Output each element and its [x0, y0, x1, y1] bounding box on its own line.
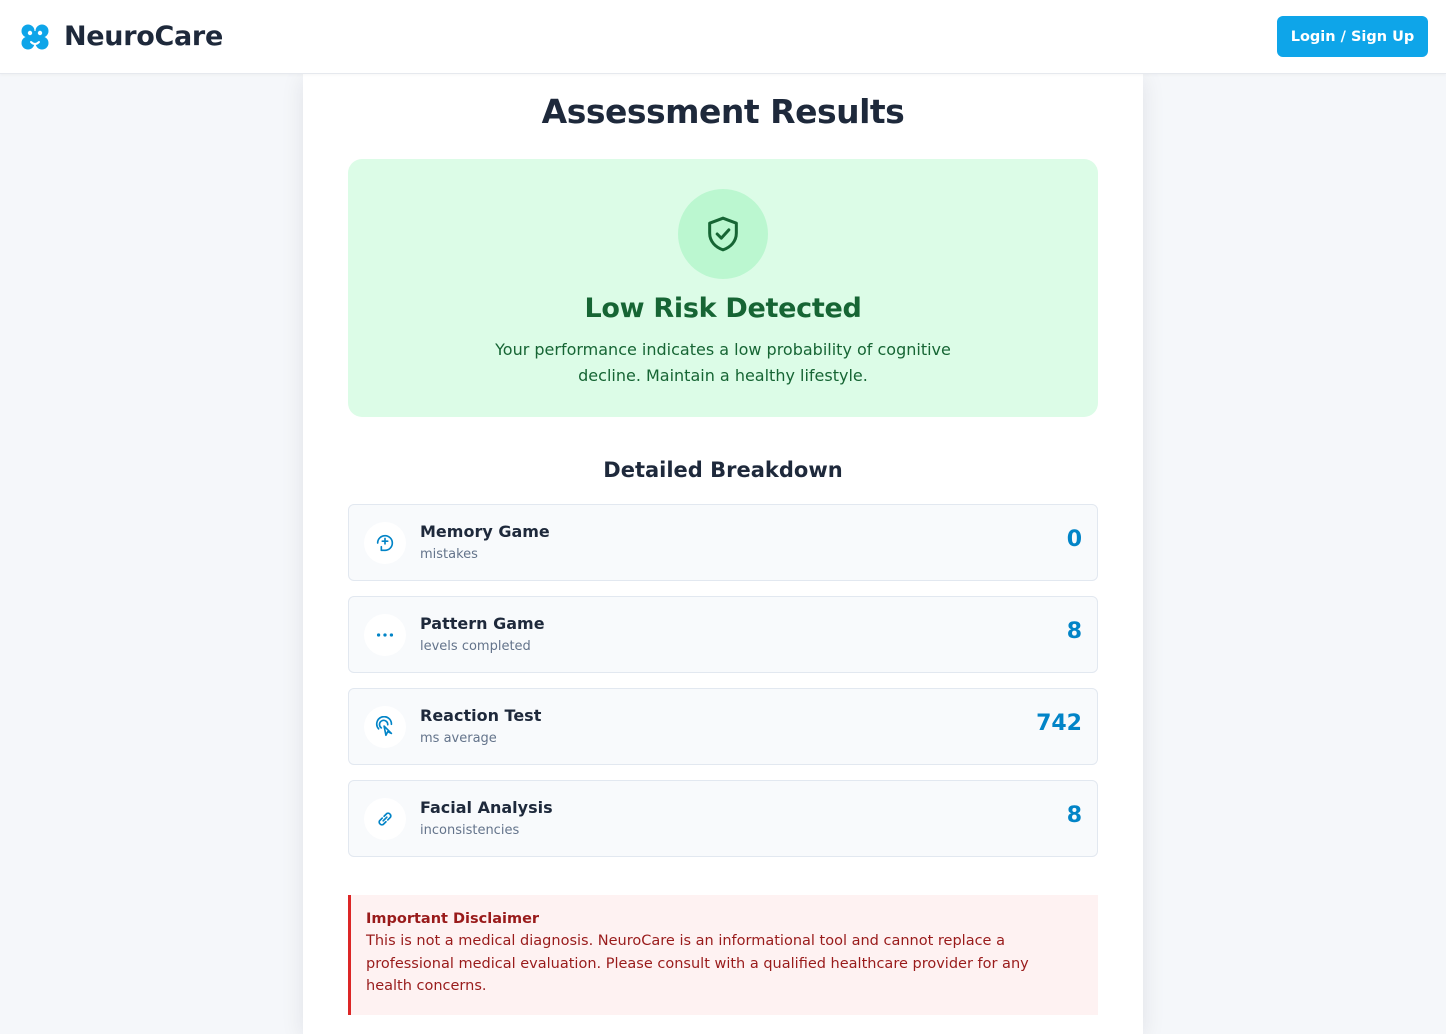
metric-unit: levels completed: [420, 639, 531, 654]
brand-name: NeuroCare: [64, 21, 223, 52]
pointer-click-icon: [364, 706, 406, 748]
metric-value: 8: [1066, 803, 1082, 828]
metric-unit: mistakes: [420, 547, 478, 562]
metric-unit: inconsistencies: [420, 823, 520, 838]
metric-value: 742: [1036, 711, 1082, 736]
metric-unit: ms average: [420, 731, 497, 746]
results-card: Assessment Results Low Risk Detected You…: [303, 74, 1143, 1034]
brand[interactable]: NeuroCare: [20, 21, 223, 52]
metric-name: Memory Game: [420, 522, 550, 541]
metric-value: 0: [1066, 527, 1082, 552]
metric-value: 8: [1066, 619, 1082, 644]
metric-name: Facial Analysis: [420, 798, 553, 817]
brain-icon: [364, 522, 406, 564]
metric-reaction-test: Reaction Test ms average 742: [348, 688, 1098, 765]
brain-logo-icon: [20, 22, 50, 52]
metric-memory-game: Memory Game mistakes 0: [348, 504, 1098, 581]
page-title: Assessment Results: [541, 92, 905, 131]
breakdown-title: Detailed Breakdown: [603, 458, 843, 482]
risk-description: Your performance indicates a low probabi…: [495, 340, 951, 385]
metric-name: Pattern Game: [420, 614, 545, 633]
metric-facial-analysis: Facial Analysis inconsistencies 8: [348, 780, 1098, 857]
risk-title: Low Risk Detected: [584, 293, 862, 324]
disclaimer-title: Important Disclaimer: [366, 911, 540, 927]
metric-pattern-game: Pattern Game levels completed 8: [348, 596, 1098, 673]
top-navbar: NeuroCare Login / Sign Up: [0, 0, 1446, 74]
risk-summary: Low Risk Detected Your performance indic…: [348, 159, 1098, 417]
dots-icon: [364, 614, 406, 656]
shield-check-icon: [678, 189, 768, 279]
metric-name: Reaction Test: [420, 706, 542, 725]
disclaimer-box: Important Disclaimer This is not a medic…: [348, 895, 1098, 1015]
link-icon: [364, 798, 406, 840]
login-signup-button[interactable]: Login / Sign Up: [1277, 16, 1428, 57]
disclaimer-text: This is not a medical diagnosis. NeuroCa…: [366, 933, 1029, 994]
